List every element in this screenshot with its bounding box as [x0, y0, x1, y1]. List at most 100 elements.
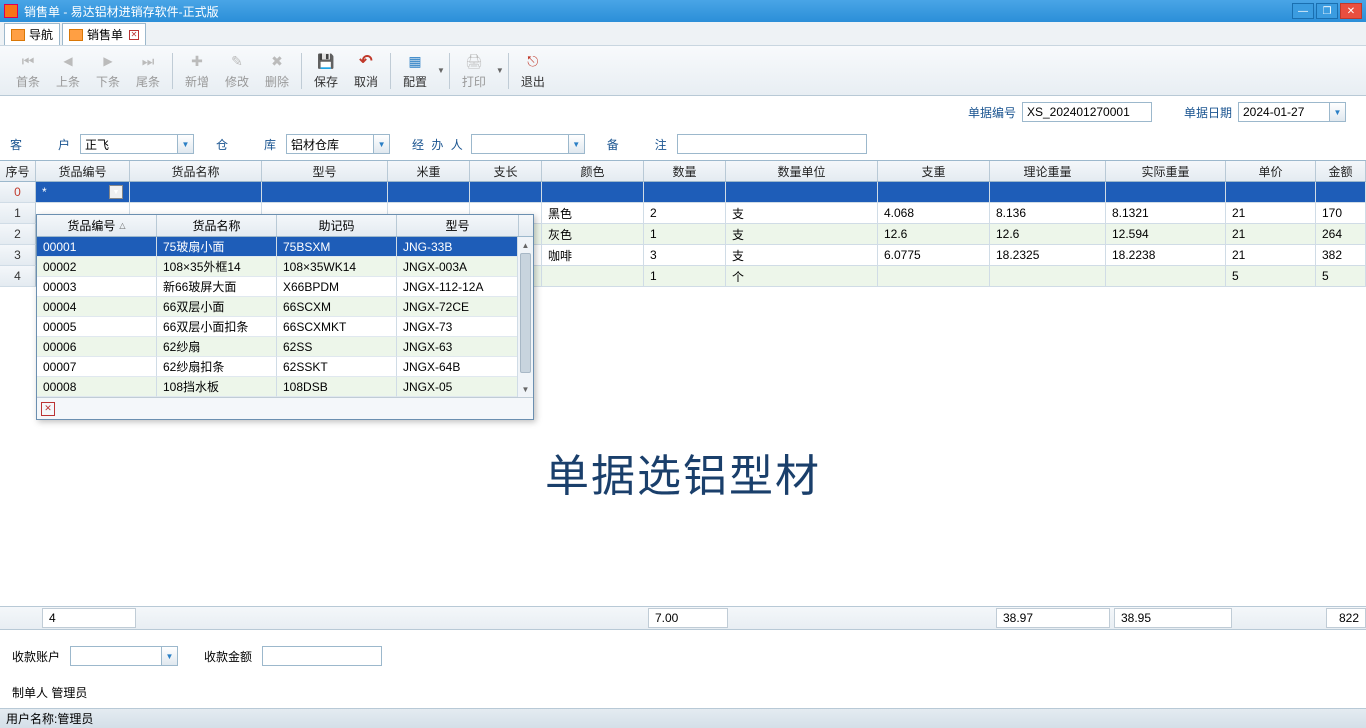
- doc-date-input[interactable]: [1239, 103, 1329, 121]
- col-qty[interactable]: 数量: [644, 161, 726, 181]
- cell[interactable]: 21: [1226, 224, 1316, 245]
- cell[interactable]: 2: [0, 224, 36, 245]
- cell[interactable]: [388, 182, 470, 203]
- cell[interactable]: 3: [644, 245, 726, 266]
- doc-no-input[interactable]: [1022, 102, 1152, 122]
- chevron-down-icon[interactable]: ▼: [1329, 103, 1345, 121]
- cell[interactable]: [470, 182, 542, 203]
- cell[interactable]: [1316, 182, 1366, 203]
- cell[interactable]: *▼: [36, 182, 130, 203]
- cell[interactable]: [542, 182, 644, 203]
- col-zc[interactable]: 支长: [470, 161, 542, 181]
- lookup-col-model[interactable]: 型号: [397, 215, 519, 236]
- cell[interactable]: 2: [644, 203, 726, 224]
- cell[interactable]: 1: [0, 203, 36, 224]
- lookup-row[interactable]: 0000762纱扇扣条62SSKTJNGX-64B: [37, 357, 533, 377]
- edit-button[interactable]: 修改: [217, 48, 257, 94]
- cell[interactable]: 5: [1226, 266, 1316, 287]
- cell[interactable]: [726, 182, 878, 203]
- cell[interactable]: 1: [644, 266, 726, 287]
- col-color[interactable]: 颜色: [542, 161, 644, 181]
- lookup-col-name[interactable]: 货品名称: [157, 215, 277, 236]
- amount-input[interactable]: [262, 646, 382, 666]
- lookup-col-code[interactable]: 货品编号△: [37, 215, 157, 236]
- col-unit[interactable]: 数量单位: [726, 161, 878, 181]
- cell[interactable]: [1226, 182, 1316, 203]
- cell[interactable]: 0: [0, 182, 36, 203]
- handler-combo[interactable]: ▼: [471, 134, 585, 154]
- tab-close-icon[interactable]: ✕: [129, 30, 139, 40]
- cell[interactable]: 4.068: [878, 203, 990, 224]
- account-combo[interactable]: ▼: [70, 646, 178, 666]
- cell[interactable]: [878, 266, 990, 287]
- lookup-row[interactable]: 00002108×35外框14108×35WK14JNGX-003A: [37, 257, 533, 277]
- print-button[interactable]: 打印 ▼: [454, 48, 504, 94]
- tab-sales-order[interactable]: 销售单 ✕: [62, 23, 146, 45]
- col-seq[interactable]: 序号: [0, 161, 36, 181]
- tab-navigation[interactable]: 导航: [4, 23, 60, 45]
- cell[interactable]: 12.6: [878, 224, 990, 245]
- col-zz[interactable]: 支重: [878, 161, 990, 181]
- table-row[interactable]: 0*▼: [0, 182, 1366, 203]
- cell[interactable]: 黑色: [542, 203, 644, 224]
- chevron-down-icon[interactable]: ▼: [161, 647, 177, 665]
- col-code[interactable]: 货品编号: [36, 161, 130, 181]
- cell[interactable]: 个: [726, 266, 878, 287]
- add-button[interactable]: 新增: [177, 48, 217, 94]
- cell[interactable]: 灰色: [542, 224, 644, 245]
- cell[interactable]: 6.0775: [878, 245, 990, 266]
- cell[interactable]: 12.6: [990, 224, 1106, 245]
- cell[interactable]: 8.1321: [1106, 203, 1226, 224]
- minimize-button[interactable]: —: [1292, 3, 1314, 19]
- cell[interactable]: 支: [726, 245, 878, 266]
- col-price[interactable]: 单价: [1226, 161, 1316, 181]
- lookup-row[interactable]: 0000566双层小面扣条66SCXMKTJNGX-73: [37, 317, 533, 337]
- chevron-down-icon[interactable]: ▼: [568, 135, 584, 153]
- cell[interactable]: 170: [1316, 203, 1366, 224]
- doc-date-combo[interactable]: ▼: [1238, 102, 1346, 122]
- lookup-col-mnem[interactable]: 助记码: [277, 215, 397, 236]
- cell[interactable]: 4: [0, 266, 36, 287]
- account-input[interactable]: [71, 647, 161, 665]
- customer-combo[interactable]: ▼: [80, 134, 194, 154]
- cell[interactable]: [644, 182, 726, 203]
- first-button[interactable]: 首条: [8, 48, 48, 94]
- cell[interactable]: 18.2238: [1106, 245, 1226, 266]
- cell[interactable]: 21: [1226, 203, 1316, 224]
- col-name[interactable]: 货品名称: [130, 161, 262, 181]
- lookup-row[interactable]: 0000466双层小面66SCXMJNGX-72CE: [37, 297, 533, 317]
- cell[interactable]: [262, 182, 388, 203]
- chevron-down-icon[interactable]: ▼: [109, 185, 123, 199]
- prev-button[interactable]: 上条: [48, 48, 88, 94]
- lookup-close-icon[interactable]: ✕: [41, 402, 55, 416]
- save-button[interactable]: 保存: [306, 48, 346, 94]
- cell[interactable]: 3: [0, 245, 36, 266]
- cell[interactable]: 264: [1316, 224, 1366, 245]
- chevron-down-icon[interactable]: ▼: [373, 135, 389, 153]
- cell[interactable]: [990, 182, 1106, 203]
- delete-button[interactable]: 删除: [257, 48, 297, 94]
- cell[interactable]: 18.2325: [990, 245, 1106, 266]
- col-model[interactable]: 型号: [262, 161, 388, 181]
- warehouse-input[interactable]: [287, 135, 373, 153]
- lookup-row[interactable]: 0000175玻扇小面75BSXMJNG-33B: [37, 237, 533, 257]
- col-llzl[interactable]: 理论重量: [990, 161, 1106, 181]
- cell[interactable]: [542, 266, 644, 287]
- remark-input[interactable]: [677, 134, 867, 154]
- cell[interactable]: 支: [726, 224, 878, 245]
- warehouse-combo[interactable]: ▼: [286, 134, 390, 154]
- cell[interactable]: [130, 182, 262, 203]
- cell[interactable]: 咖啡: [542, 245, 644, 266]
- cell[interactable]: 8.136: [990, 203, 1106, 224]
- lookup-row[interactable]: 0000662纱扇62SSJNGX-63: [37, 337, 533, 357]
- maximize-button[interactable]: ❐: [1316, 3, 1338, 19]
- lookup-row[interactable]: 00003新66玻屏大面X66BPDMJNGX-112-12A: [37, 277, 533, 297]
- customer-input[interactable]: [81, 135, 177, 153]
- cell[interactable]: [1106, 182, 1226, 203]
- cell[interactable]: 支: [726, 203, 878, 224]
- last-button[interactable]: 尾条: [128, 48, 168, 94]
- cell[interactable]: 5: [1316, 266, 1366, 287]
- cell[interactable]: 1: [644, 224, 726, 245]
- close-button[interactable]: ✕: [1340, 3, 1362, 19]
- scroll-down-icon[interactable]: ▼: [518, 381, 533, 397]
